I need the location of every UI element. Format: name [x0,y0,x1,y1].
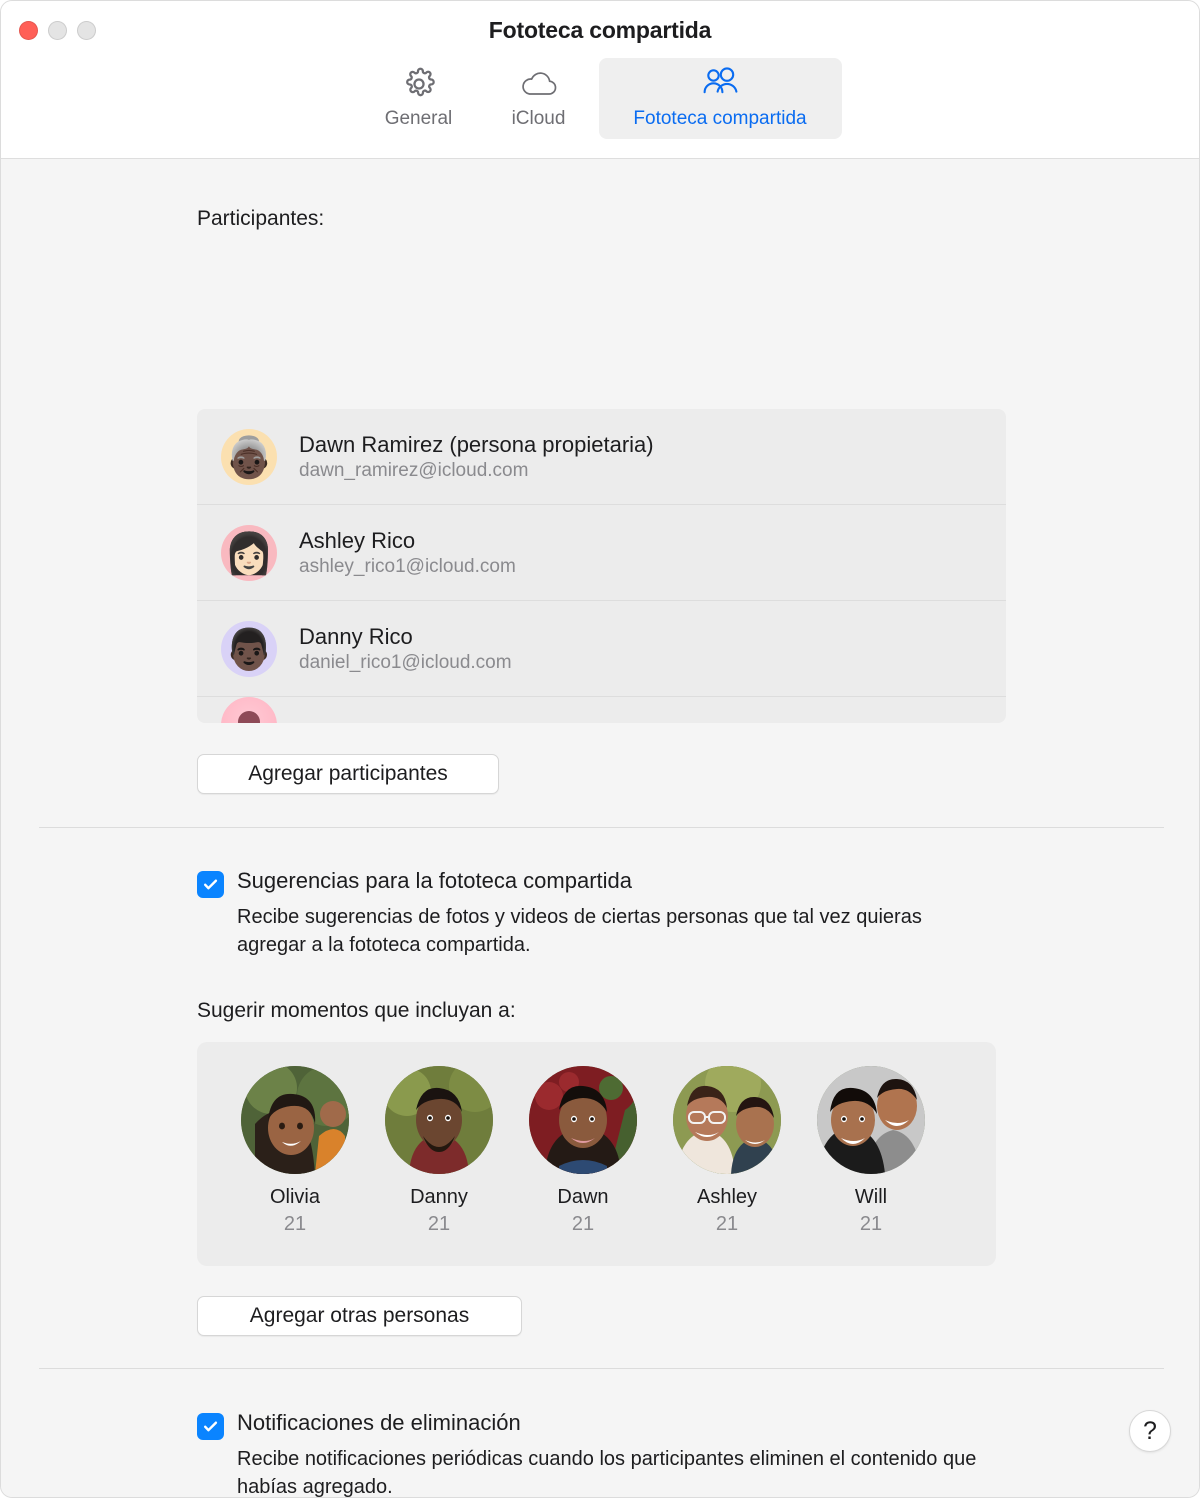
avatar: 👵🏿 [221,428,277,485]
list-item[interactable]: Ashley 21 [655,1066,799,1236]
divider [39,1368,1164,1369]
table-row-partial[interactable] [197,697,1006,723]
avatar: 👨🏿 [221,620,277,677]
help-button[interactable]: ? [1129,1410,1171,1452]
deletion-notifications-checkbox[interactable] [197,1413,224,1440]
participant-name: Danny Rico [299,623,413,649]
suggested-people-panel: Olivia 21 Danny 21 Dawn 21 Ashley 21 Wil… [197,1042,996,1266]
window-title: Fototeca compartida [488,17,712,43]
list-item[interactable]: Danny 21 [367,1066,511,1236]
preferences-window: Fototeca compartida General iCloud Fotot… [0,0,1200,1498]
list-item[interactable]: Dawn 21 [511,1066,655,1236]
tab-fototeca-compartida[interactable]: Fototeca compartida [598,58,842,139]
add-participants-button[interactable]: Agregar participantes [197,754,499,794]
person-name: Will [854,1186,888,1208]
deletion-notifications-title: Notificaciones de eliminación [237,1410,521,1435]
tab-general[interactable]: General [359,58,479,139]
avatar [221,697,277,723]
gear-icon [402,66,436,102]
person-photo [529,1066,637,1174]
suggestions-checkbox[interactable] [197,871,224,898]
participant-name: Ashley Rico [299,527,416,553]
list-item[interactable]: Olivia 21 [223,1066,367,1236]
participant-email: daniel_rico1@icloud.com [299,652,512,674]
person-name: Olivia [269,1186,320,1208]
cloud-icon [520,66,558,102]
participant-email: dawn_ramirez@icloud.com [299,460,529,482]
suggest-moments-label: Sugerir momentos que incluyan a: [197,999,516,1022]
person-name: Dawn [557,1186,609,1208]
participant-name: Dawn Ramirez (persona propietaria) [299,431,654,457]
toolbar-tabs: General iCloud Fototeca compartida [1,58,1199,139]
person-photo [817,1066,925,1174]
list-item[interactable]: Will 21 [799,1066,943,1236]
content-area: Participantes: 👵🏿 Dawn Ramirez (persona … [1,159,1199,1498]
tab-icloud-label: iCloud [511,108,566,129]
person-count: 21 [715,1213,739,1235]
person-count: 21 [571,1213,595,1235]
person-count: 21 [427,1213,451,1235]
tab-general-label: General [384,108,453,129]
suggestions-description: Recibe sugerencias de fotos y videos de … [237,906,922,957]
person-name: Ashley [696,1186,758,1208]
divider [39,827,1164,828]
tab-fototeca-compartida-label: Fototeca compartida [633,108,807,129]
suggested-people-grid: Olivia 21 Danny 21 Dawn 21 Ashley 21 Wil… [197,1042,996,1236]
participants-label: Participantes: [197,207,325,230]
participant-email: ashley_rico1@icloud.com [299,556,516,578]
add-other-people-button[interactable]: Agregar otras personas [197,1296,522,1336]
tab-icloud[interactable]: iCloud [479,58,599,139]
person-name: Danny [410,1186,468,1208]
person-photo [673,1066,781,1174]
person-count: 21 [283,1213,307,1235]
table-row[interactable]: 👨🏿 Danny Rico daniel_rico1@icloud.com [197,601,1006,697]
participants-list[interactable]: 👵🏿 Dawn Ramirez (persona propietaria) da… [197,409,1006,723]
people-icon [699,66,741,102]
title-bar: Fototeca compartida General iCloud Fotot… [1,1,1199,159]
avatar: 👩🏻 [221,524,277,581]
table-row[interactable]: 👵🏿 Dawn Ramirez (persona propietaria) da… [197,409,1006,505]
person-photo [385,1066,493,1174]
person-photo [241,1066,349,1174]
deletion-notifications-description: Recibe notificaciones periódicas cuando … [237,1448,977,1498]
suggestions-title: Sugerencias para la fototeca compartida [237,868,633,893]
table-row[interactable]: 👩🏻 Ashley Rico ashley_rico1@icloud.com [197,505,1006,601]
person-count: 21 [859,1213,883,1235]
